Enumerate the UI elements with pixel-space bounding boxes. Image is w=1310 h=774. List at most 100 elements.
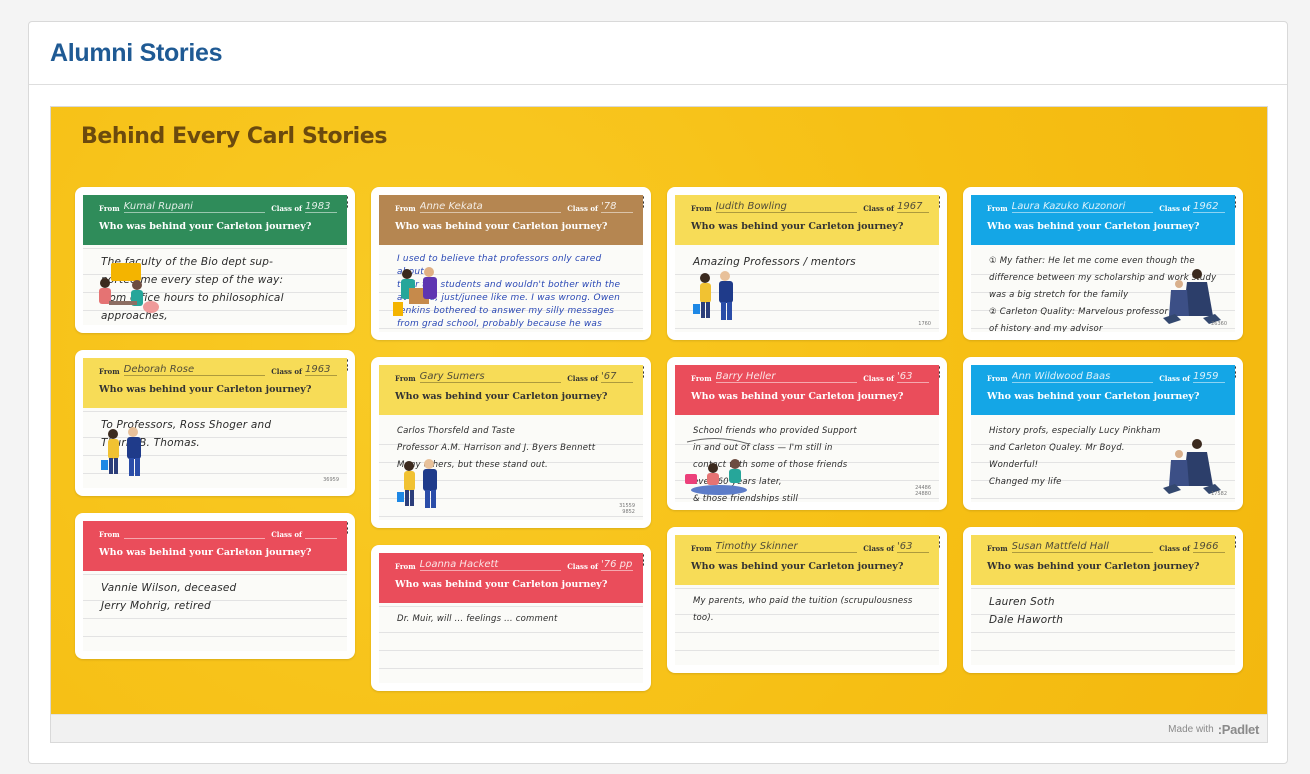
card-header: From Anne Kekata Class of '78 Who was behind…: [379, 195, 643, 245]
embed-footer: Made with :Padlet: [51, 714, 1267, 742]
card-question: Who was behind your Carleton journey?: [99, 547, 312, 558]
handwritten-answer: Vannie Wilson, deceased Jerry Mohrig, ret…: [101, 579, 335, 615]
handwritten-answer: Dr. Muir, will ... feelings ... comment: [397, 611, 631, 628]
story-card-image: From Timothy Skinner Class of '63 Who was be…: [675, 535, 939, 665]
answer-line: Vannie Wilson, deceased: [101, 582, 237, 594]
class-label: Class of: [271, 367, 302, 376]
card-header: From Deborah Rose Class of 1963 Who was behi…: [83, 358, 347, 408]
card-question: Who was behind your Carleton journey?: [99, 384, 312, 395]
grad-icon: [1157, 264, 1227, 326]
card-header: From Susan Mattfeld Hall Class of 1966 Who w…: [971, 535, 1235, 585]
post-card[interactable]: From Class of Who was behind your Carleton…: [75, 513, 355, 659]
board-column: From Laura Kazuko Kuzonori Class of 1962 Who…: [963, 187, 1243, 690]
from-row: From Gary Sumers Class of '67: [395, 369, 633, 383]
from-label: From: [691, 374, 712, 383]
box-icon: [387, 264, 457, 326]
card-id-number: 17582: [1211, 491, 1227, 497]
from-row: From Kumal Rupani Class of 1983: [99, 199, 337, 213]
board-column: From Judith Bowling Class of 1967 Who was be…: [667, 187, 947, 690]
padlet-board[interactable]: Behind Every Carl Stories From Kumal Rupa…: [51, 107, 1267, 715]
post-card[interactable]: From Kumal Rupani Class of 1983 Who was behi…: [75, 187, 355, 333]
card-answer-area: School friends who provided Support in an…: [675, 415, 939, 502]
post-card[interactable]: From Ann Wildwood Baas Class of 1959 Who was…: [963, 357, 1243, 510]
card-question: Who was behind your Carleton journey?: [987, 391, 1200, 402]
class-year: 1959: [1193, 371, 1225, 383]
alumni-name: Kumal Rupani: [123, 201, 266, 213]
card-header: From Class of Who was behind your Carleton…: [83, 521, 347, 571]
alumni-stories-panel: Alumni Stories Behind Every Carl Stories…: [28, 21, 1288, 764]
from-label: From: [395, 562, 416, 571]
card-answer-area: The faculty of the Bio dept sup-ported m…: [83, 245, 347, 325]
card-question: Who was behind your Carleton journey?: [987, 221, 1200, 232]
from-label: From: [99, 530, 120, 539]
answer-line: Jerry Mohrig, retired: [101, 600, 211, 612]
class-year: '78: [601, 201, 633, 213]
handwritten-answer: My parents, who paid the tuition (scrupu…: [693, 593, 927, 627]
class-label: Class of: [567, 374, 598, 383]
answer-line: either amused or appalled at what I was: [397, 331, 631, 332]
alumni-name: Timothy Skinner: [715, 541, 858, 553]
story-card-image: From Kumal Rupani Class of 1983 Who was behi…: [83, 195, 347, 325]
answer-line: Dale Haworth: [989, 614, 1064, 626]
card-answer-area: To Professors, Ross Shoger and Thurlo B. …: [83, 408, 347, 488]
class-year: '63: [897, 541, 929, 553]
card-answer-area: Lauren Soth Dale Haworth: [971, 585, 1235, 665]
answer-line: Dr. Muir, will ... feelings ... comment: [397, 614, 558, 624]
class-label: Class of: [1159, 204, 1190, 213]
answer-line: Lauren Soth: [989, 596, 1055, 608]
card-answer-area: Vannie Wilson, deceased Jerry Mohrig, ret…: [83, 571, 347, 651]
card-answer-area: I used to believe that professors only c…: [379, 245, 643, 332]
card-header: From Laura Kazuko Kuzonori Class of 1962 Who…: [971, 195, 1235, 245]
from-label: From: [395, 374, 416, 383]
card-answer-area: ① My father: He let me come even though …: [971, 245, 1235, 332]
padlet-embed[interactable]: Behind Every Carl Stories From Kumal Rupa…: [50, 106, 1268, 743]
card-question: Who was behind your Carleton journey?: [395, 221, 608, 232]
from-label: From: [99, 204, 120, 213]
alumni-name: Loanna Hackett: [419, 559, 562, 571]
story-card-image: From Susan Mattfeld Hall Class of 1966 Who w…: [971, 535, 1235, 665]
board-column: From Kumal Rupani Class of 1983 Who was behi…: [75, 187, 355, 676]
card-answer-area: Amazing Professors / mentors 1760: [675, 245, 939, 332]
made-with-padlet-link[interactable]: Made with :Padlet: [1168, 722, 1259, 737]
card-header: From Judith Bowling Class of 1967 Who was be…: [675, 195, 939, 245]
post-card[interactable]: From Deborah Rose Class of 1963 Who was behi…: [75, 350, 355, 496]
from-row: From Timothy Skinner Class of '63: [691, 539, 929, 553]
from-row: From Loanna Hackett Class of '76 pp: [395, 557, 633, 571]
post-card[interactable]: From Barry Heller Class of '63 Who was behin…: [667, 357, 947, 510]
card-answer-area: Dr. Muir, will ... feelings ... comment: [379, 603, 643, 683]
class-label: Class of: [1159, 374, 1190, 383]
panel-header: Alumni Stories: [29, 22, 1287, 85]
card-header: From Kumal Rupani Class of 1983 Who was behi…: [83, 195, 347, 245]
from-label: From: [987, 204, 1008, 213]
post-card[interactable]: From Judith Bowling Class of 1967 Who was be…: [667, 187, 947, 340]
cheer-icon: [91, 420, 161, 482]
class-label: Class of: [567, 204, 598, 213]
post-card[interactable]: From Gary Sumers Class of '67 Who was behind…: [371, 357, 651, 528]
post-card[interactable]: From Anne Kekata Class of '78 Who was behind…: [371, 187, 651, 340]
card-answer-area: Carlos Thorsfeld and Taste Professor A.M.…: [379, 415, 643, 520]
class-label: Class of: [271, 204, 302, 213]
post-card[interactable]: From Timothy Skinner Class of '63 Who was be…: [667, 527, 947, 673]
page-title: Alumni Stories: [50, 38, 223, 67]
class-label: Class of: [863, 544, 894, 553]
from-label: From: [99, 367, 120, 376]
card-question: Who was behind your Carleton journey?: [987, 561, 1200, 572]
card-header: From Loanna Hackett Class of '76 pp Who was …: [379, 553, 643, 603]
from-label: From: [395, 204, 416, 213]
cheer-icon: [387, 452, 457, 514]
class-year: [305, 527, 337, 539]
post-card[interactable]: From Susan Mattfeld Hall Class of 1966 Who w…: [963, 527, 1243, 673]
story-card-image: From Gary Sumers Class of '67 Who was behind…: [379, 365, 643, 520]
from-row: From Laura Kazuko Kuzonori Class of 1962: [987, 199, 1225, 213]
post-card[interactable]: From Laura Kazuko Kuzonori Class of 1962 Who…: [963, 187, 1243, 340]
alumni-name: Barry Heller: [715, 371, 858, 383]
from-row: From Deborah Rose Class of 1963: [99, 362, 337, 376]
post-card[interactable]: From Loanna Hackett Class of '76 pp Who was …: [371, 545, 651, 691]
picnic-icon: [683, 434, 753, 496]
from-label: From: [987, 374, 1008, 383]
alumni-name: Anne Kekata: [419, 201, 562, 213]
from-row: From Class of: [99, 525, 337, 539]
class-year: '67: [601, 371, 633, 383]
card-question: Who was behind your Carleton journey?: [395, 579, 608, 590]
story-card-image: From Anne Kekata Class of '78 Who was behind…: [379, 195, 643, 332]
